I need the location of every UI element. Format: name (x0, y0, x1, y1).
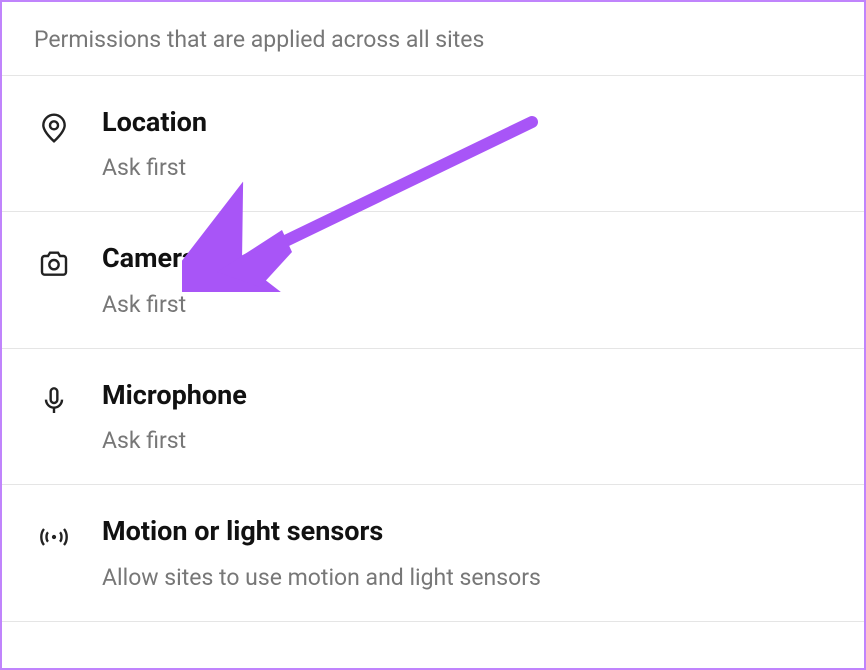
permission-content: Location Ask first (102, 106, 832, 181)
permission-row-microphone[interactable]: Microphone Ask first (2, 349, 864, 485)
permission-subtitle: Ask first (102, 291, 832, 318)
permission-row-camera[interactable]: Camera Ask first (2, 212, 864, 348)
permission-title: Location (102, 106, 832, 138)
camera-icon (34, 244, 74, 284)
panel-header: Permissions that are applied across all … (2, 2, 864, 76)
permission-title: Camera (102, 242, 832, 274)
permission-title: Motion or light sensors (102, 515, 832, 547)
permission-row-location[interactable]: Location Ask first (2, 76, 864, 212)
permission-content: Motion or light sensors Allow sites to u… (102, 515, 832, 590)
permission-content: Camera Ask first (102, 242, 832, 317)
permission-title: Microphone (102, 379, 832, 411)
microphone-icon (34, 381, 74, 421)
permission-subtitle: Allow sites to use motion and light sens… (102, 564, 832, 591)
sensor-icon (34, 517, 74, 557)
permission-subtitle: Ask first (102, 427, 832, 454)
permissions-panel: Permissions that are applied across all … (0, 0, 866, 670)
panel-header-text: Permissions that are applied across all … (34, 26, 832, 53)
permission-subtitle: Ask first (102, 154, 832, 181)
permission-row-sensors[interactable]: Motion or light sensors Allow sites to u… (2, 485, 864, 621)
permission-content: Microphone Ask first (102, 379, 832, 454)
location-icon (34, 108, 74, 148)
